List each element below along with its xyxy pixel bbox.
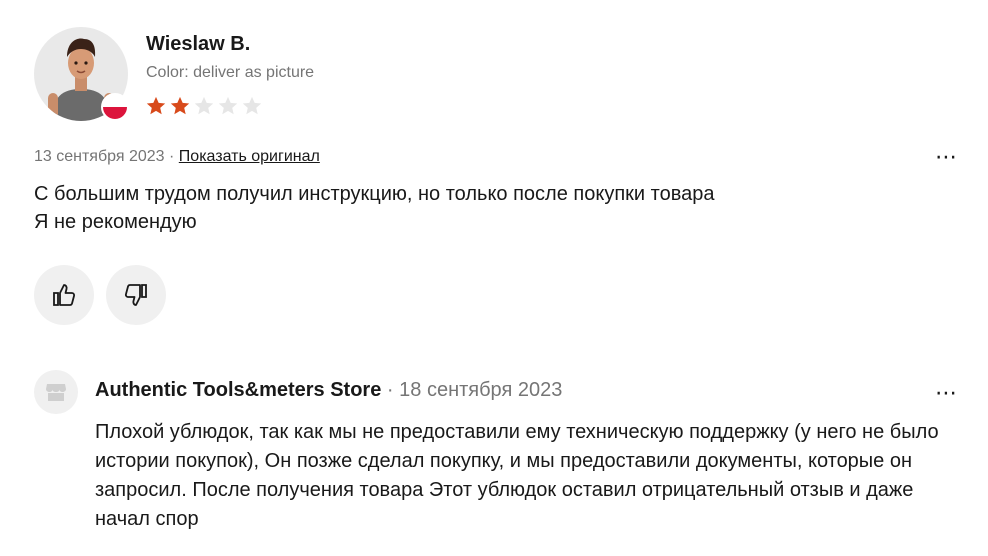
reply-date: 18 сентября 2023 — [399, 379, 563, 401]
star-empty-icon — [218, 96, 238, 115]
star-rating — [145, 95, 263, 117]
reviewer-name: Wieslaw B. — [146, 33, 251, 55]
star-filled-icon — [146, 96, 166, 115]
store-name: Authentic Tools&meters Store — [95, 379, 382, 401]
review-date: 13 сентября 2023 — [34, 148, 165, 165]
store-avatar — [34, 370, 78, 414]
like-button[interactable] — [34, 265, 94, 325]
thumbs-up-icon — [53, 284, 76, 306]
dislike-button[interactable] — [106, 265, 166, 325]
show-original-link[interactable]: Показать оригинал — [179, 148, 320, 165]
reply-body: Плохой ублюдок, так как мы не предостави… — [95, 421, 939, 530]
review-text-line: Я не рекомендую — [34, 211, 197, 233]
review-meta: 13 сентября 2023 · Показать оригинал — [34, 148, 320, 166]
review-text-line: С большим трудом получил инструкцию, но … — [34, 183, 715, 205]
review-more-options-icon[interactable]: ⋯ — [935, 146, 958, 168]
star-empty-icon — [242, 96, 262, 115]
store-icon — [46, 384, 66, 401]
country-flag-icon — [101, 93, 129, 121]
star-empty-icon — [194, 96, 214, 115]
product-variant-label: Color: deliver as picture — [146, 64, 315, 81]
meta-separator: · — [386, 379, 394, 401]
reply-header: Authentic Tools&meters Store · 18 сентяб… — [95, 379, 562, 402]
reply-more-options-icon[interactable]: ⋯ — [935, 382, 958, 404]
star-filled-icon — [170, 96, 190, 115]
thumbs-down-icon — [124, 284, 147, 306]
review-body: С большим трудом получил инструкцию, но … — [34, 180, 714, 236]
meta-separator: · — [169, 148, 175, 165]
